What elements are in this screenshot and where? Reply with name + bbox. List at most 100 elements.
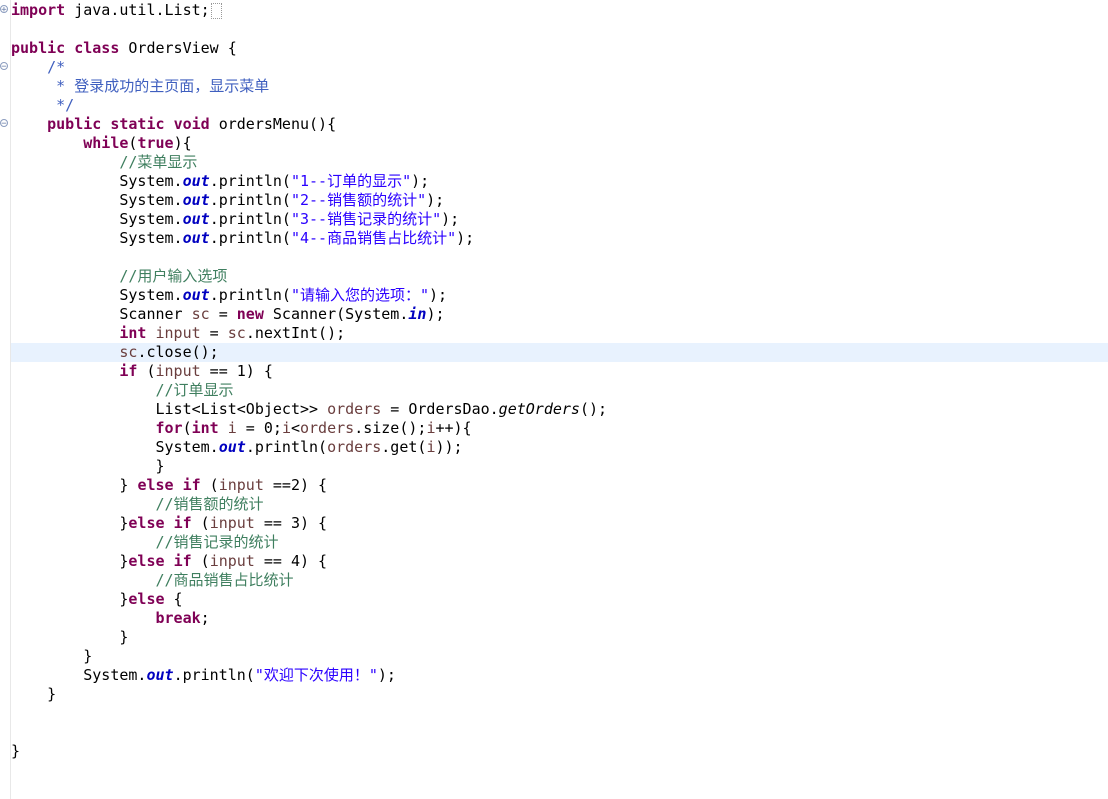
code-token-plain: } xyxy=(11,742,21,760)
code-line[interactable]: //销售记录的统计 xyxy=(11,533,1108,552)
code-token-kw: else xyxy=(128,590,165,608)
code-token-kw: import xyxy=(11,1,66,19)
code-token-plain: )); xyxy=(435,438,463,456)
code-token-plain: ( xyxy=(182,419,192,437)
code-token-plain: == 1) { xyxy=(200,362,273,380)
code-line[interactable]: * 登录成功的主页面，显示菜单 xyxy=(11,77,1108,96)
code-line[interactable] xyxy=(11,248,1108,267)
code-token-jd: */ xyxy=(56,96,75,114)
code-line[interactable]: } xyxy=(11,685,1108,704)
code-token-fld: out xyxy=(182,286,210,304)
code-line[interactable]: }else { xyxy=(11,590,1108,609)
code-line[interactable]: Scanner sc = new Scanner(System.in); xyxy=(11,305,1108,324)
code-line[interactable]: }else if (input == 3) { xyxy=(11,514,1108,533)
code-line[interactable]: public class OrdersView { xyxy=(11,39,1108,58)
code-line[interactable]: System.out.println(orders.get(i)); xyxy=(11,438,1108,457)
code-token-var: orders xyxy=(327,438,382,456)
code-token-kw: else xyxy=(128,552,165,570)
code-line[interactable]: }else if (input == 4) { xyxy=(11,552,1108,571)
code-line[interactable]: } xyxy=(11,647,1108,666)
code-line[interactable] xyxy=(11,20,1108,39)
code-token-plain: .get( xyxy=(381,438,427,456)
code-line[interactable]: System.out.println("1--订单的显示"); xyxy=(11,172,1108,191)
code-line[interactable]: sc.close(); xyxy=(11,343,1108,362)
code-line[interactable]: List<List<Object>> orders = OrdersDao.ge… xyxy=(11,400,1108,419)
code-line[interactable]: if (input == 1) { xyxy=(11,362,1108,381)
code-token-plain: ); xyxy=(456,229,475,247)
collapse-icon[interactable]: − xyxy=(0,62,8,72)
code-token-plain: ( xyxy=(191,514,210,532)
code-line[interactable]: public static void ordersMenu(){ xyxy=(11,115,1108,134)
code-line[interactable] xyxy=(11,704,1108,723)
code-token-plain: } xyxy=(11,476,138,494)
code-token-kw: true xyxy=(137,134,174,152)
code-line[interactable]: System.out.println("3--销售记录的统计"); xyxy=(11,210,1108,229)
code-line[interactable]: //订单显示 xyxy=(11,381,1108,400)
code-token-fld: out xyxy=(218,438,246,456)
expand-icon[interactable]: + xyxy=(0,5,8,15)
code-token-str: "3--销售记录的统计" xyxy=(290,210,442,228)
code-token-plain: System. xyxy=(11,438,219,456)
code-line[interactable]: /* xyxy=(11,58,1108,77)
code-line[interactable]: //菜单显示 xyxy=(11,153,1108,172)
code-line[interactable]: //用户输入选项 xyxy=(11,267,1108,286)
code-token-kw: public xyxy=(11,39,66,57)
code-token-plain: System. xyxy=(11,172,183,190)
code-token-cmt: //菜单显示 xyxy=(119,153,198,171)
code-line[interactable]: } xyxy=(11,742,1108,761)
code-token-plain: ( xyxy=(137,362,156,380)
code-token-plain: .println( xyxy=(245,438,328,456)
code-token-plain: .close(); xyxy=(137,343,219,361)
code-line[interactable]: System.out.println("请输入您的选项："); xyxy=(11,286,1108,305)
code-token-plain: { xyxy=(164,590,183,608)
code-token-plain: } xyxy=(11,685,57,703)
code-line[interactable]: break; xyxy=(11,609,1108,628)
code-token-plain: .println( xyxy=(209,172,291,190)
code-token-kw: if xyxy=(173,514,192,532)
code-token-plain: < xyxy=(290,419,300,437)
code-token-plain: (); xyxy=(579,400,608,418)
code-token-plain: System. xyxy=(11,286,183,304)
code-token-var: input xyxy=(155,362,201,380)
code-line[interactable]: //销售额的统计 xyxy=(11,495,1108,514)
code-line[interactable]: for(int i = 0;i<orders.size();i++){ xyxy=(11,419,1108,438)
code-editor[interactable]: + − − import java.util.List; public class… xyxy=(0,0,1108,799)
code-line[interactable]: import java.util.List; xyxy=(11,1,1108,20)
code-token-cmt: //销售记录的统计 xyxy=(155,533,279,551)
folded-import-indicator[interactable] xyxy=(210,2,222,19)
code-token-plain: .println( xyxy=(209,286,291,304)
code-line[interactable] xyxy=(11,723,1108,742)
code-token-fld: out xyxy=(146,666,174,684)
code-token-plain: .println( xyxy=(209,210,291,228)
code-line[interactable]: System.out.println("2--销售额的统计"); xyxy=(11,191,1108,210)
code-token-plain: ); xyxy=(441,210,460,228)
code-line[interactable]: int input = sc.nextInt(); xyxy=(11,324,1108,343)
collapse-icon[interactable]: − xyxy=(0,119,8,129)
code-token-kw: if xyxy=(182,476,201,494)
code-line[interactable]: } xyxy=(11,457,1108,476)
code-token-plain: .println( xyxy=(209,229,291,247)
code-line[interactable]: System.out.println("欢迎下次使用！"); xyxy=(11,666,1108,685)
code-line[interactable]: //商品销售占比统计 xyxy=(11,571,1108,590)
code-token-plain: ); xyxy=(429,286,448,304)
code-token-kw: new xyxy=(236,305,264,323)
code-line[interactable]: } xyxy=(11,628,1108,647)
code-token-str: "2--销售额的统计" xyxy=(290,191,427,209)
code-line[interactable]: System.out.println("4--商品销售占比统计"); xyxy=(11,229,1108,248)
code-line[interactable]: } else if (input ==2) { xyxy=(11,476,1108,495)
code-token-kw: static xyxy=(110,115,165,133)
code-token-plain: } xyxy=(11,628,129,646)
code-line[interactable]: */ xyxy=(11,96,1108,115)
code-token-fld: in xyxy=(408,305,427,323)
code-token-plain: = OrdersDao. xyxy=(381,400,499,418)
code-line[interactable]: while(true){ xyxy=(11,134,1108,153)
